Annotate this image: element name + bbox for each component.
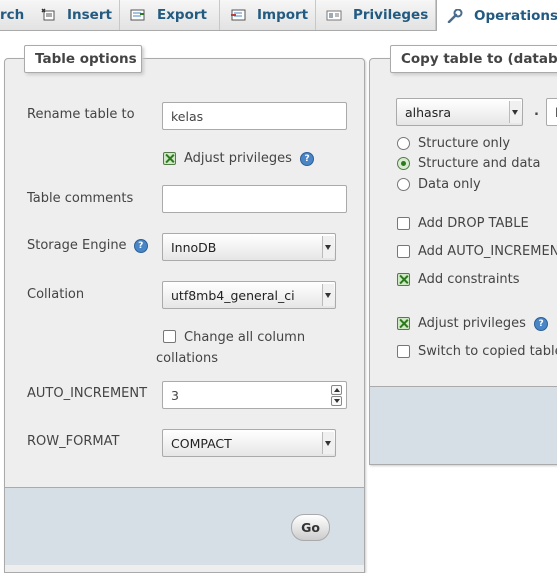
adjust-privileges-row: Adjust privileges ? — [184, 151, 315, 166]
row-format-select[interactable]: COMPACT — [162, 429, 336, 457]
copy-table-legend: Copy table to (database — [390, 45, 557, 73]
copy-table-title: Copy table to (database — [401, 51, 557, 67]
tab-export[interactable]: Export — [120, 0, 220, 30]
radio-data-only-label: Data only — [418, 177, 481, 192]
engine-value: InnoDB — [171, 239, 217, 255]
radio-structure-and-data-label: Structure and data — [418, 156, 541, 171]
table-options-legend: Table options — [24, 45, 142, 73]
table-options-title: Table options — [35, 51, 137, 67]
chevron-down-icon — [509, 101, 521, 123]
chevron-down-icon — [322, 432, 334, 454]
engine-select[interactable]: InnoDB — [162, 233, 336, 261]
comments-label: Table comments — [27, 191, 134, 206]
insert-icon — [40, 8, 56, 22]
add-drop-table-label: Add DROP TABLE — [418, 216, 529, 231]
rename-input[interactable]: kelas — [162, 102, 347, 130]
spin-down-icon[interactable] — [331, 396, 342, 406]
tab-privileges[interactable]: Privileges — [316, 0, 436, 30]
radio-structure-and-data[interactable] — [397, 157, 410, 170]
database-select[interactable]: alhasra — [396, 98, 523, 126]
help-icon[interactable]: ? — [133, 238, 148, 253]
chevron-down-icon — [322, 284, 334, 306]
collation-select[interactable]: utf8mb4_general_ci — [162, 281, 336, 309]
add-constraints-label: Add constraints — [418, 272, 520, 287]
copy-table-footer — [370, 386, 557, 464]
comments-input[interactable] — [162, 185, 347, 213]
change-collations-checkbox[interactable] — [163, 330, 176, 343]
dot-separator: . — [534, 104, 539, 119]
collation-label: Collation — [27, 287, 85, 302]
copy-adjust-privileges-checkbox[interactable] — [397, 317, 410, 330]
change-collations-label-2: collations — [156, 351, 218, 366]
add-constraints-checkbox[interactable] — [397, 273, 410, 286]
change-collations-label-1: Change all column — [184, 330, 306, 345]
tab-export-label: Export — [157, 7, 207, 23]
chevron-down-icon — [322, 236, 334, 258]
wrench-icon — [447, 8, 463, 23]
auto-increment-label: AUTO_INCREMENT — [27, 386, 148, 401]
tab-privileges-label: Privileges — [353, 7, 429, 23]
adjust-privileges-label: Adjust privileges — [184, 151, 292, 166]
import-icon — [230, 8, 246, 22]
auto-increment-value: 3 — [171, 387, 179, 403]
copy-adjust-privileges-label: Adjust privileges — [418, 316, 526, 331]
database-value: alhasra — [405, 104, 452, 120]
help-icon[interactable]: ? — [534, 316, 549, 331]
add-drop-table-checkbox[interactable] — [397, 217, 410, 230]
rename-value: kelas — [171, 108, 204, 124]
privileges-icon — [326, 8, 342, 22]
switch-to-copied-checkbox[interactable] — [397, 345, 410, 358]
copy-adjust-privileges-row: Adjust privileges ? — [418, 316, 549, 331]
tab-search[interactable]: rch — [0, 0, 34, 30]
radio-data-only[interactable] — [397, 178, 410, 191]
row-format-label: ROW_FORMAT — [27, 434, 120, 449]
radio-structure-only[interactable] — [397, 137, 410, 150]
new-table-name-input[interactable]: k — [546, 98, 557, 126]
tab-bar: rch Insert Export Import Privileges Oper… — [0, 0, 557, 31]
go-button-label: Go — [301, 520, 320, 535]
engine-label: Storage Engine — [27, 238, 127, 253]
auto-increment-input[interactable]: 3 — [162, 381, 347, 409]
export-icon — [130, 8, 146, 22]
add-auto-increment-checkbox[interactable] — [397, 245, 410, 258]
add-auto-increment-label: Add AUTO_INCREMEN — [418, 244, 557, 259]
engine-row: Storage Engine ? — [27, 238, 148, 253]
go-button[interactable]: Go — [291, 514, 330, 541]
tab-import-label: Import — [257, 7, 309, 23]
switch-to-copied-label: Switch to copied table — [418, 344, 557, 359]
tab-operations-label: Operations — [474, 7, 557, 24]
collation-value: utf8mb4_general_ci — [171, 287, 295, 303]
rename-label: Rename table to — [27, 107, 135, 122]
tab-insert-label: Insert — [67, 7, 112, 23]
tab-import[interactable]: Import — [220, 0, 316, 30]
tab-search-label: rch — [0, 7, 25, 23]
spin-up-icon[interactable] — [331, 385, 342, 395]
help-icon[interactable]: ? — [300, 151, 315, 166]
tab-operations[interactable]: Operations — [436, 0, 557, 31]
tab-insert[interactable]: Insert — [30, 0, 120, 30]
row-format-value: COMPACT — [171, 435, 232, 451]
radio-structure-only-label: Structure only — [418, 136, 511, 151]
adjust-privileges-checkbox[interactable] — [163, 152, 176, 165]
